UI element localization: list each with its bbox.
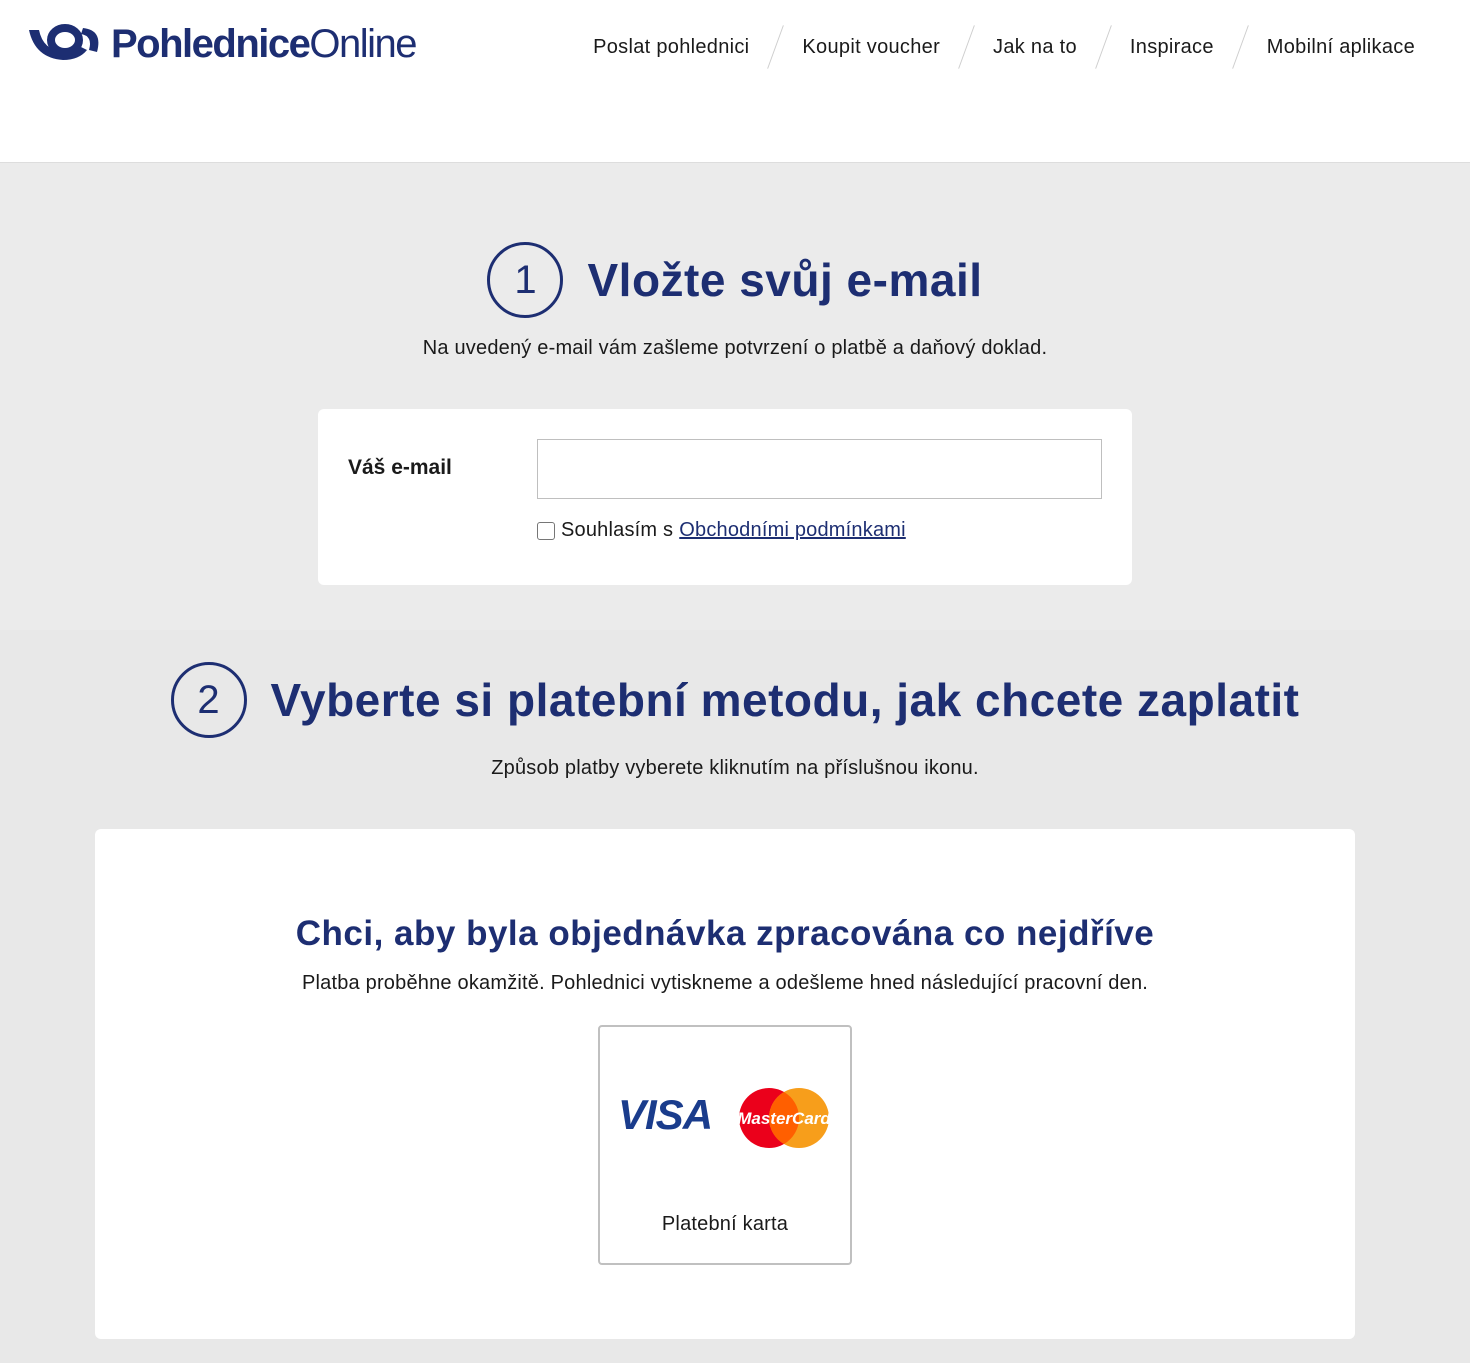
payment-option-label: Platební karta xyxy=(661,1213,789,1235)
step-email-section: 1 Vložte svůj e-mail Na uvedený e-mail v… xyxy=(0,164,1470,630)
step-1-subtitle: Na uvedený e-mail vám zašleme potvrzení … xyxy=(422,337,1048,359)
logo-text: PohledniceOnline xyxy=(111,20,418,68)
logo-text-bold: Pohlednice xyxy=(111,22,311,66)
step-2-heading: 2 Vyberte si platební metodu, jak chcete… xyxy=(0,662,1470,738)
nav-send-postcard[interactable]: Poslat pohlednici xyxy=(593,36,749,59)
logo-text-light: Online xyxy=(309,22,417,66)
payment-card-subtitle: Platba proběhne okamžitě. Pohlednici vyt… xyxy=(301,972,1149,994)
site-header: PohledniceOnline Poslat pohlednici Koupi… xyxy=(0,0,1470,163)
email-card: Váš e-mail Souhlasím s Obchodními podmín… xyxy=(318,409,1132,585)
nav-divider xyxy=(1095,25,1112,69)
payment-card-title: Chci, aby byla objednávka zpracována co … xyxy=(295,914,1155,953)
step-1-number: 1 xyxy=(487,242,564,318)
nav-inspiration[interactable]: Inspirace xyxy=(1130,36,1214,59)
post-horn-icon xyxy=(29,24,99,60)
terms-text: Souhlasím s xyxy=(561,519,674,541)
visa-logo-icon: VISA xyxy=(618,1091,713,1138)
nav-divider xyxy=(958,25,975,69)
email-label: Váš e-mail xyxy=(348,456,452,479)
payment-option-card[interactable]: VISA MasterCard Platební karta xyxy=(598,1025,852,1265)
step-1-heading: 1 Vložte svůj e-mail xyxy=(0,242,1470,318)
terms-checkbox[interactable] xyxy=(537,521,555,540)
step-2-number: 2 xyxy=(170,662,247,738)
nav-divider xyxy=(1231,25,1249,69)
nav-mobile-app[interactable]: Mobilní aplikace xyxy=(1267,36,1415,59)
payment-card: Chci, aby byla objednávka zpracována co … xyxy=(95,829,1355,1339)
mastercard-text: MasterCard xyxy=(738,1109,830,1128)
nav-divider xyxy=(767,25,785,69)
email-input[interactable] xyxy=(537,439,1102,499)
terms-link[interactable]: Obchodními podmínkami xyxy=(679,519,906,542)
step-2-subtitle: Způsob platby vyberete kliknutím na přís… xyxy=(491,757,979,779)
step-payment-section: 2 Vyberte si platební metodu, jak chcete… xyxy=(0,630,1470,1363)
mastercard-logo-icon: MasterCard xyxy=(738,1088,830,1148)
step-1-title: Vložte svůj e-mail xyxy=(587,254,983,306)
site-logo[interactable]: PohledniceOnline xyxy=(27,20,418,68)
terms-row: Souhlasím s Obchodními podmínkami xyxy=(537,519,906,542)
nav-how-to[interactable]: Jak na to xyxy=(993,36,1077,59)
step-2-title: Vyberte si platební metodu, jak chcete z… xyxy=(270,674,1300,726)
nav-buy-voucher[interactable]: Koupit voucher xyxy=(802,36,940,59)
main-nav: Poslat pohlednici Koupit voucher Jak na … xyxy=(593,24,1415,70)
